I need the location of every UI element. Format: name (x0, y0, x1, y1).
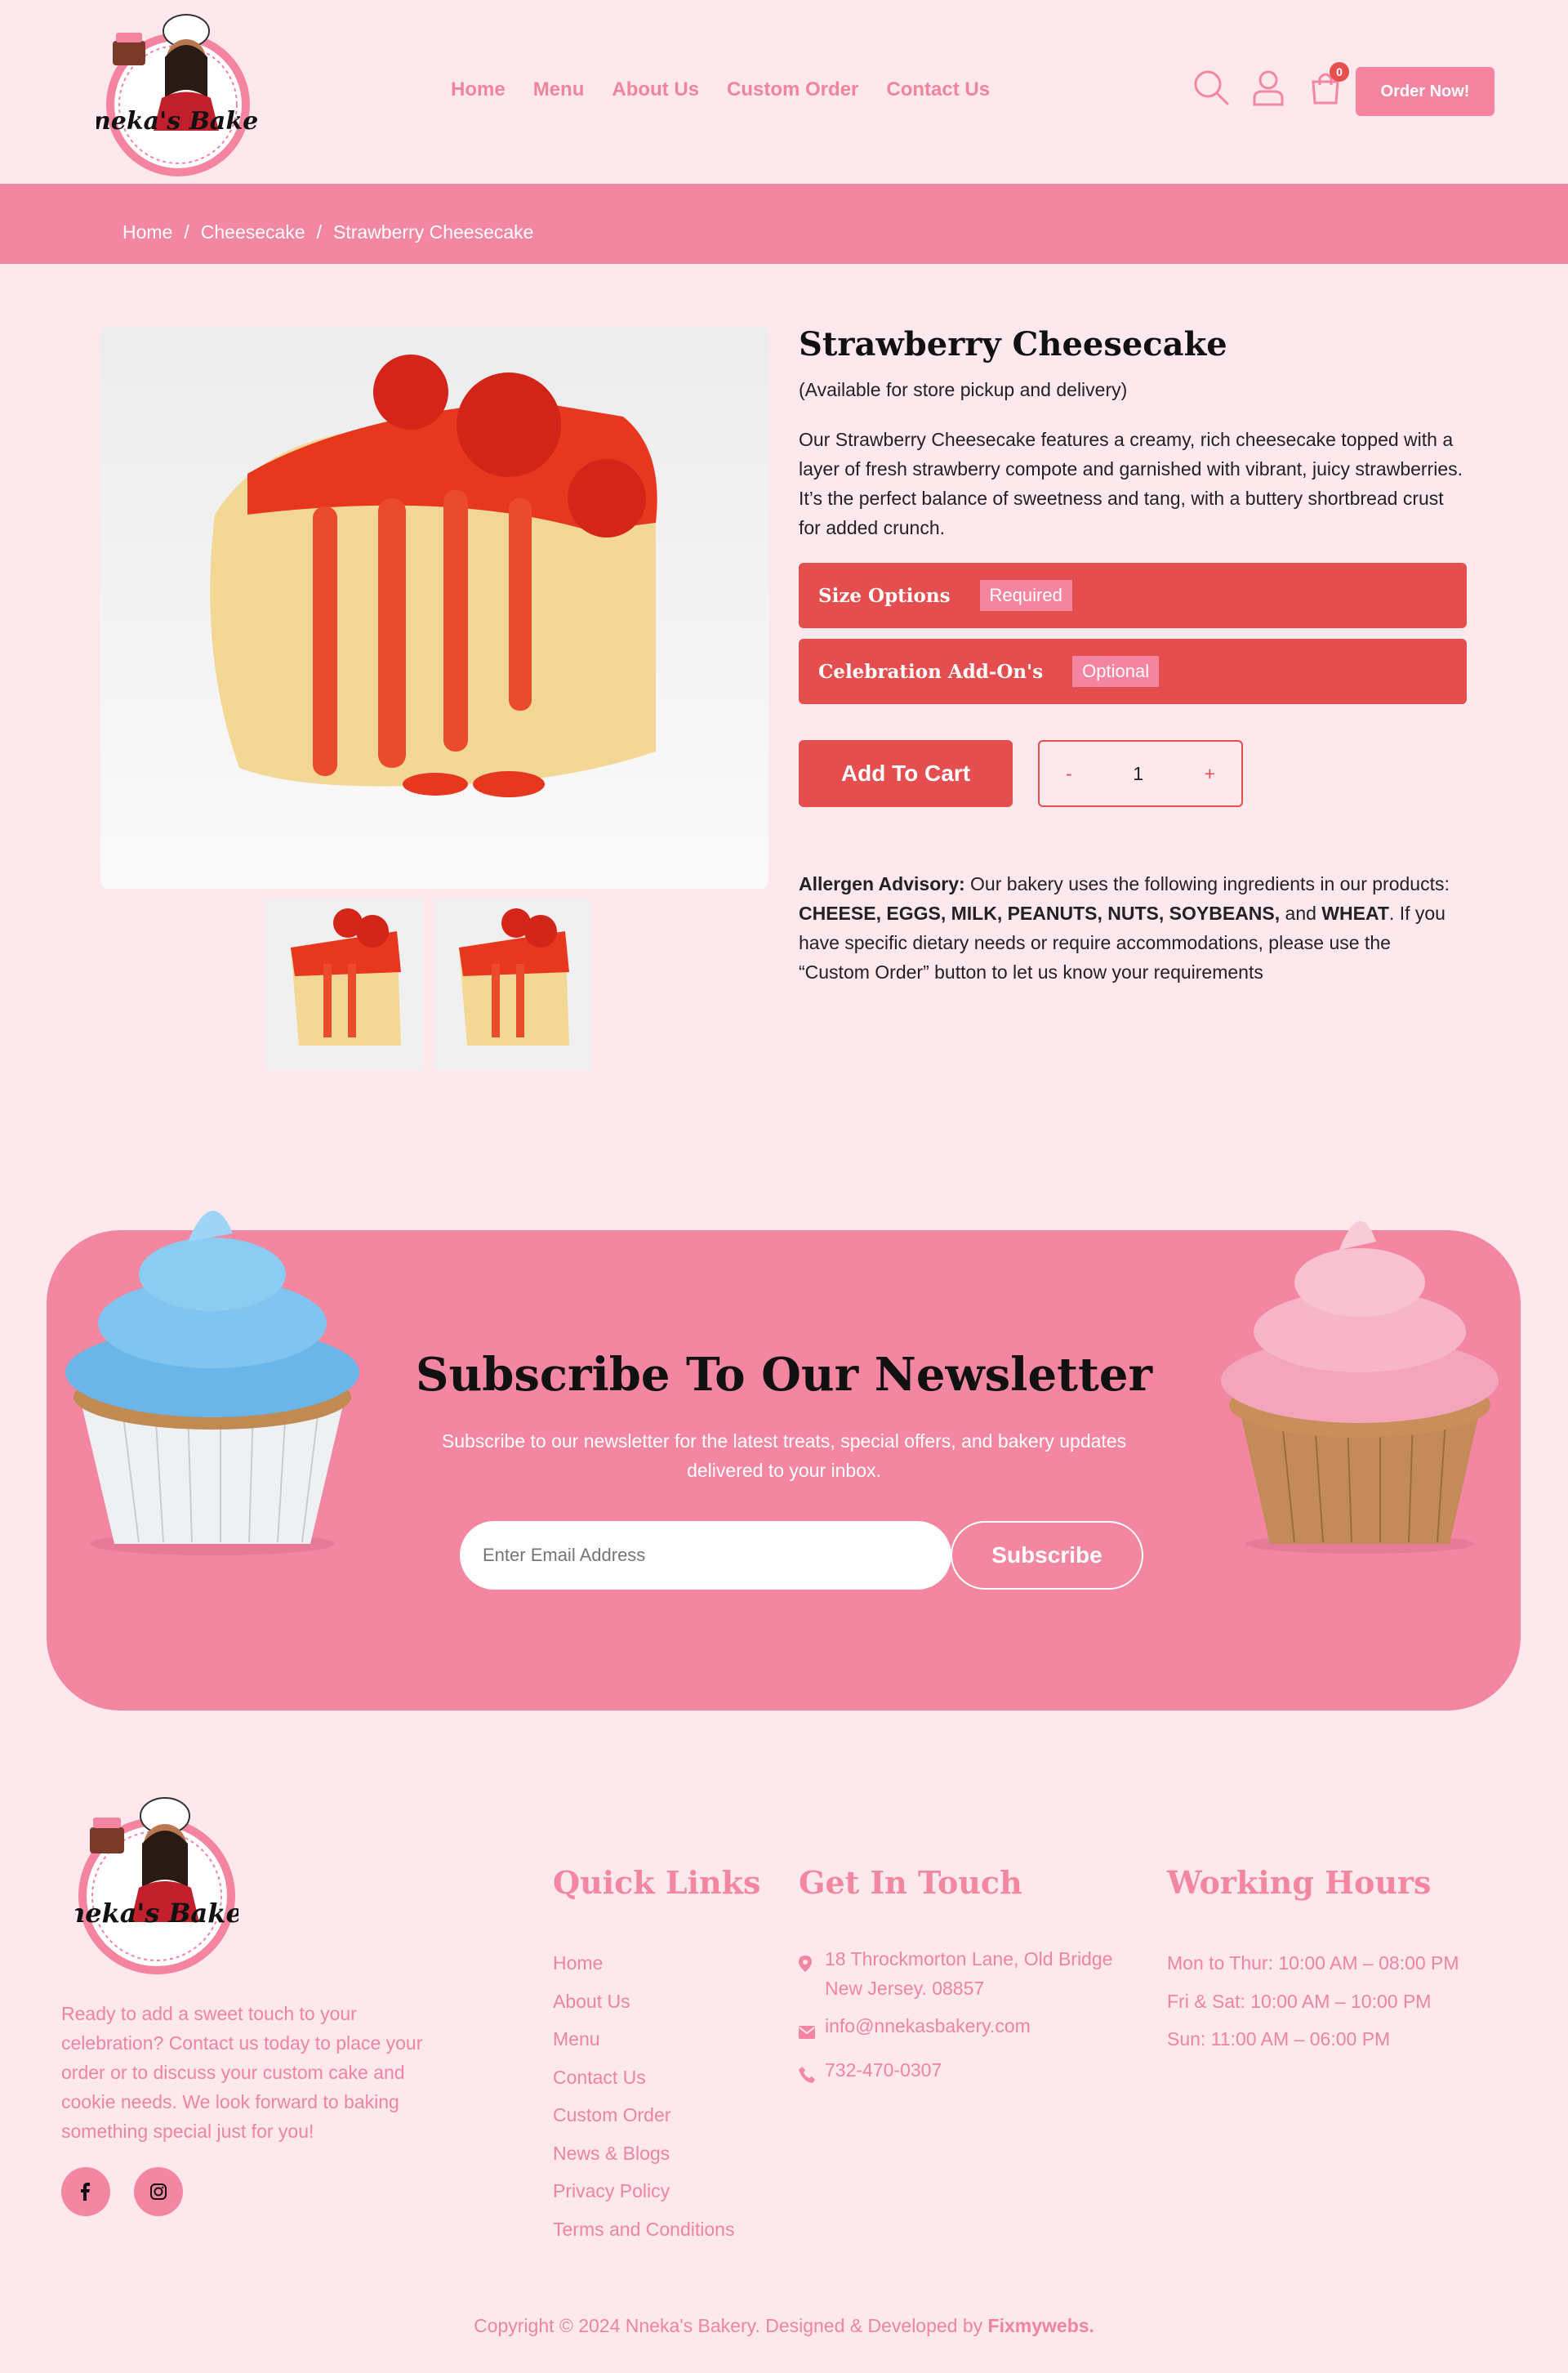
nav-contact-us[interactable]: Contact Us (886, 78, 990, 101)
location-pin-icon (799, 1944, 817, 1980)
phone-icon (799, 2055, 817, 2091)
celebration-addons-label: Celebration Add-On's (818, 660, 1044, 683)
nav-menu[interactable]: Menu (533, 78, 585, 101)
instagram-icon[interactable] (134, 2167, 183, 2216)
footer-link-custom-order[interactable]: Custom Order (553, 2096, 734, 2134)
product-thumbnail-2[interactable] (434, 899, 591, 1070)
envelope-icon (799, 2011, 817, 2047)
hours-fri-sat: Fri & Sat: 10:00 AM – 10:00 PM (1167, 1990, 1432, 2012)
cart-count-badge: 0 (1330, 62, 1349, 82)
product-availability: (Available for store pickup and delivery… (799, 379, 1128, 400)
site-header: Nneka's Bakery Home Menu About Us Custom… (0, 0, 1568, 184)
hours-sun: Sun: 11:00 AM – 06:00 PM (1167, 2028, 1391, 2050)
cart-icon[interactable]: 0 (1307, 62, 1349, 106)
nav-custom-order[interactable]: Custom Order (727, 78, 858, 101)
copyright: Copyright © 2024 Nneka's Bakery. Designe… (0, 2315, 1568, 2337)
copyright-text: Copyright © 2024 Nneka's Bakery. Designe… (474, 2315, 988, 2336)
footer-link-terms[interactable]: Terms and Conditions (553, 2210, 734, 2249)
quantity-decrease-button[interactable]: - (1066, 763, 1072, 785)
footer-about-text: Ready to add a sweet touch to your celeb… (61, 2003, 423, 2142)
email-input[interactable] (460, 1521, 951, 1590)
footer-logo[interactable]: Nneka's Bakery (42, 1791, 274, 1976)
developer-link[interactable]: Fixmywebs. (988, 2315, 1094, 2336)
logo-wordmark: Nneka's Bakery (96, 107, 260, 136)
allergen-and: and (1280, 903, 1322, 924)
allergen-text: Our bakery uses the following ingredient… (964, 873, 1450, 894)
subscribe-button[interactable]: Subscribe (951, 1521, 1143, 1590)
quantity-value[interactable]: 1 (1133, 763, 1143, 785)
breadcrumb-cheesecake[interactable]: Cheesecake (201, 221, 305, 243)
main-nav: Home Menu About Us Custom Order Contact … (451, 78, 990, 101)
size-options-label: Size Options (818, 584, 951, 607)
quantity-increase-button[interactable]: + (1205, 763, 1215, 785)
header-icons: 0 (1192, 62, 1349, 106)
product-main-image[interactable] (100, 327, 768, 889)
breadcrumb-home[interactable]: Home (122, 221, 172, 243)
footer-link-news-blogs[interactable]: News & Blogs (553, 2134, 734, 2173)
phone-item: 732-470-0307 (799, 2055, 1142, 2091)
product-description: Our Strawberry Cheesecake features a cre… (799, 429, 1463, 538)
user-icon[interactable] (1250, 69, 1287, 106)
quantity-stepper: - 1 + (1038, 740, 1243, 807)
hours-mon-thu: Mon to Thur: 10:00 AM – 08:00 PM (1167, 1952, 1459, 1974)
order-now-button[interactable]: Order Now! (1356, 67, 1494, 116)
address-text: 18 Throckmorton Lane, Old Bridge New Jers… (825, 1944, 1112, 2003)
working-hours-title: Working Hours (1167, 1864, 1432, 1901)
allergen-list: CHEESE, EGGS, MILK, PEANUTS, NUTS, SOYBE… (799, 903, 1281, 924)
phone-link[interactable]: 732-470-0307 (825, 2055, 942, 2085)
product-thumbnail-1[interactable] (266, 899, 423, 1070)
optional-badge: Optional (1072, 656, 1160, 687)
quick-links-title: Quick Links (553, 1864, 761, 1901)
nav-home[interactable]: Home (451, 78, 506, 101)
breadcrumb-separator: / (316, 221, 322, 243)
footer-link-contact-us[interactable]: Contact Us (553, 2059, 734, 2097)
footer-link-privacy-policy[interactable]: Privacy Policy (553, 2172, 734, 2210)
search-icon[interactable] (1192, 69, 1230, 106)
breadcrumb-bar: Home / Cheesecake / Strawberry Cheesecak… (0, 184, 1568, 264)
facebook-icon[interactable] (61, 2167, 110, 2216)
nav-about-us[interactable]: About Us (612, 78, 699, 101)
footer-link-home[interactable]: Home (553, 1944, 734, 1983)
allergen-label: Allergen Advisory: (799, 873, 965, 894)
email-link[interactable]: info@nnekasbakery.com (825, 2011, 1031, 2041)
footer-link-about-us[interactable]: About Us (553, 1983, 734, 2021)
product-title: Strawberry Cheesecake (799, 325, 1227, 364)
breadcrumb: Home / Cheesecake / Strawberry Cheesecak… (122, 221, 533, 243)
add-to-cart-button[interactable]: Add To Cart (799, 740, 1013, 807)
required-badge: Required (979, 580, 1072, 611)
allergen-advisory: Allergen Advisory: Our bakery uses the f… (799, 869, 1452, 987)
footer-link-menu[interactable]: Menu (553, 2020, 734, 2059)
email-item: info@nnekasbakery.com (799, 2011, 1142, 2047)
newsletter-title: Subscribe To Our Newsletter (416, 1348, 1152, 1402)
bakery-logo[interactable]: Nneka's Bakery (70, 8, 287, 180)
working-hours-list: Mon to Thur: 10:00 AM – 08:00 PM Fri & S… (1167, 1944, 1459, 2059)
address-line-2: New Jersey. 08857 (825, 1978, 985, 1999)
allergen-last: WHEAT (1321, 903, 1389, 924)
newsletter-description: Subscribe to our newsletter for the late… (441, 1430, 1127, 1481)
celebration-addons-toggle[interactable]: Celebration Add-On's Optional (799, 639, 1467, 704)
contact-title: Get In Touch (799, 1864, 1022, 1901)
address-item: 18 Throckmorton Lane, Old Bridge New Jers… (799, 1944, 1142, 2003)
size-options-toggle[interactable]: Size Options Required (799, 563, 1467, 628)
breadcrumb-separator: / (184, 221, 189, 243)
quick-links-list: Home About Us Menu Contact Us Custom Ord… (553, 1944, 734, 2248)
breadcrumb-current: Strawberry Cheesecake (333, 221, 534, 243)
address-line-1: 18 Throckmorton Lane, Old Bridge (825, 1948, 1113, 1969)
contact-info: 18 Throckmorton Lane, Old Bridge New Jers… (799, 1944, 1142, 2099)
footer-logo-wordmark: Nneka's Bakery (75, 1898, 238, 1929)
